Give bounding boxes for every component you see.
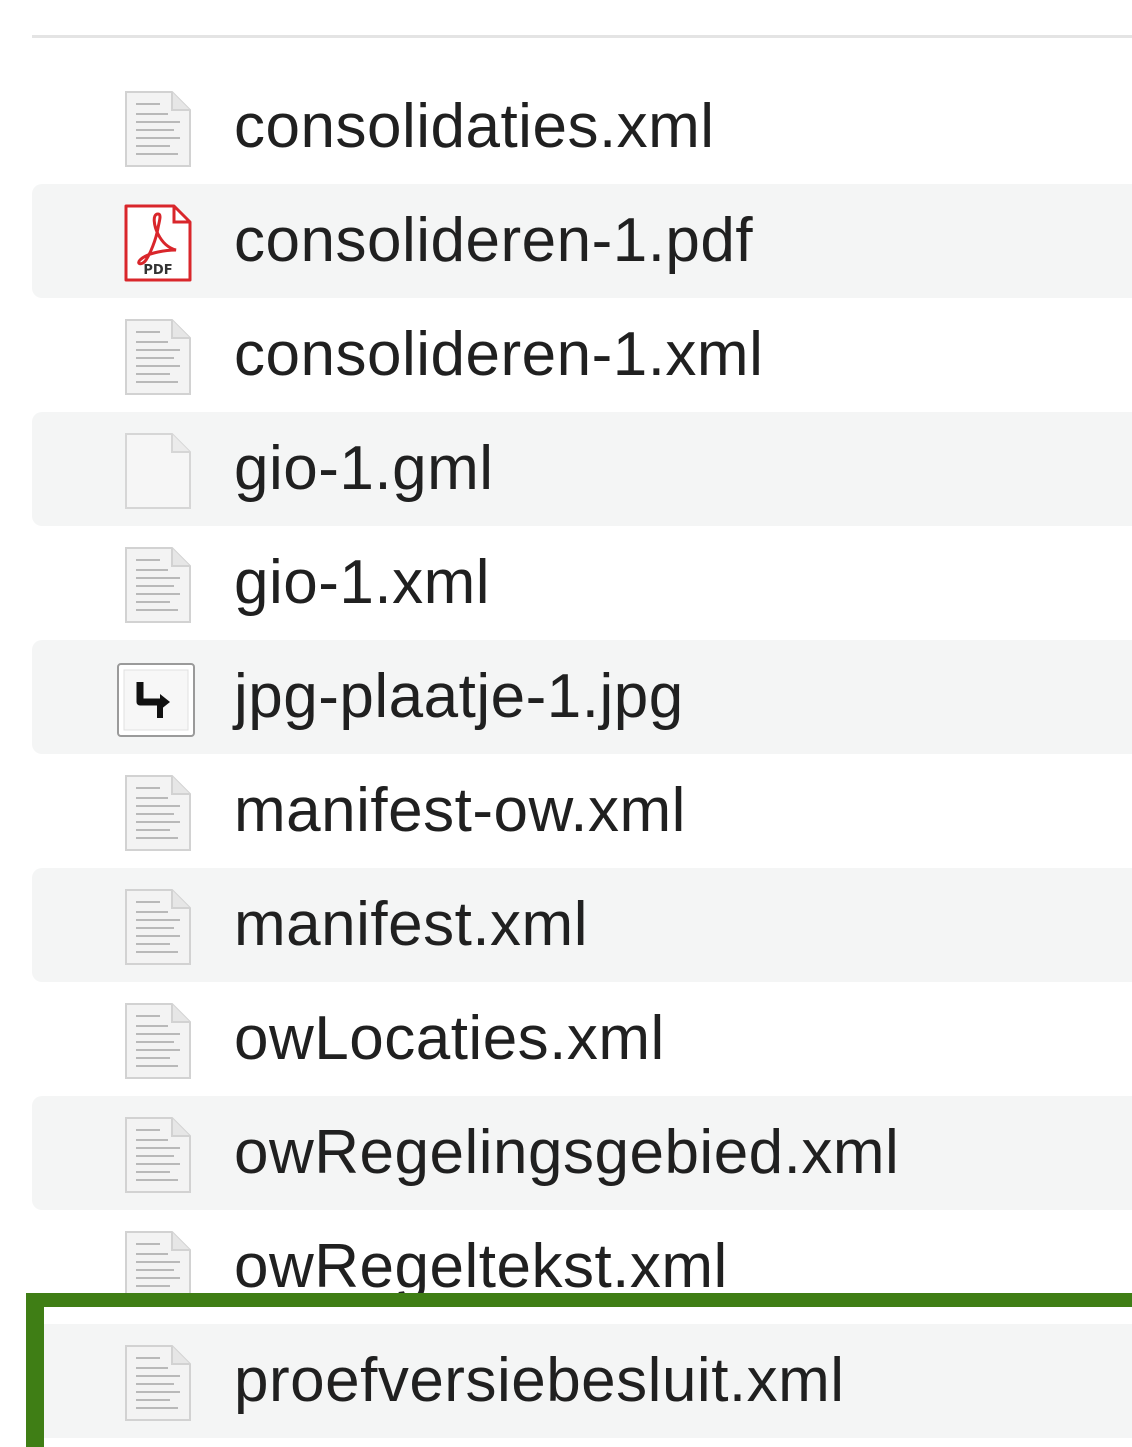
file-row[interactable]: owLocaties.xml xyxy=(32,982,1132,1096)
file-row[interactable]: gio-1.gml xyxy=(32,412,1132,526)
file-name: jpg-plaatje-1.jpg xyxy=(234,662,684,731)
file-row[interactable]: PDF consolideren-1.pdf xyxy=(32,184,1132,298)
file-row[interactable]: manifest-ow.xml xyxy=(32,754,1132,868)
finder-file-list-window: consolidaties.xml PDF consolideren-1.pdf… xyxy=(0,0,1132,1447)
xml-file-icon xyxy=(122,90,194,168)
xml-file-icon xyxy=(122,1002,194,1080)
xml-file-icon xyxy=(122,888,194,966)
file-name: proefversiebesluit.xml xyxy=(234,1346,845,1415)
xml-file-icon xyxy=(122,774,194,852)
file-name: consolideren-1.xml xyxy=(234,320,764,389)
file-row[interactable]: proefversiebesluit.xml xyxy=(32,1324,1132,1438)
xml-file-icon xyxy=(122,1230,194,1308)
file-name: consolidaties.xml xyxy=(234,92,715,161)
file-name: gio-1.xml xyxy=(234,548,491,617)
file-row[interactable]: manifest.xml xyxy=(32,868,1132,982)
top-divider xyxy=(32,35,1132,38)
file-name: owRegelingsgebied.xml xyxy=(234,1118,900,1187)
xml-file-icon xyxy=(122,546,194,624)
xml-file-icon xyxy=(122,1116,194,1194)
file-row[interactable]: gio-1.xml xyxy=(32,526,1132,640)
file-name: gio-1.gml xyxy=(234,434,494,503)
xml-file-icon xyxy=(122,318,194,396)
svg-text:PDF: PDF xyxy=(143,263,172,278)
xml-file-icon xyxy=(122,1344,194,1422)
file-row[interactable]: jpg-plaatje-1.jpg xyxy=(32,640,1132,754)
image-file-icon xyxy=(117,660,195,738)
file-name: manifest-ow.xml xyxy=(234,776,686,845)
pdf-file-icon: PDF xyxy=(122,204,194,282)
file-row[interactable]: consolideren-1.xml xyxy=(32,298,1132,412)
file-name: owLocaties.xml xyxy=(234,1004,665,1073)
file-row[interactable]: owRegeltekst.xml xyxy=(32,1210,1132,1324)
blank-file-icon xyxy=(122,432,194,510)
file-list: consolidaties.xml PDF consolideren-1.pdf… xyxy=(0,70,1132,1438)
file-row[interactable]: consolidaties.xml xyxy=(32,70,1132,184)
file-name: manifest.xml xyxy=(234,890,588,959)
file-name: consolideren-1.pdf xyxy=(234,206,754,275)
file-name: owRegeltekst.xml xyxy=(234,1232,728,1301)
file-row[interactable]: owRegelingsgebied.xml xyxy=(32,1096,1132,1210)
